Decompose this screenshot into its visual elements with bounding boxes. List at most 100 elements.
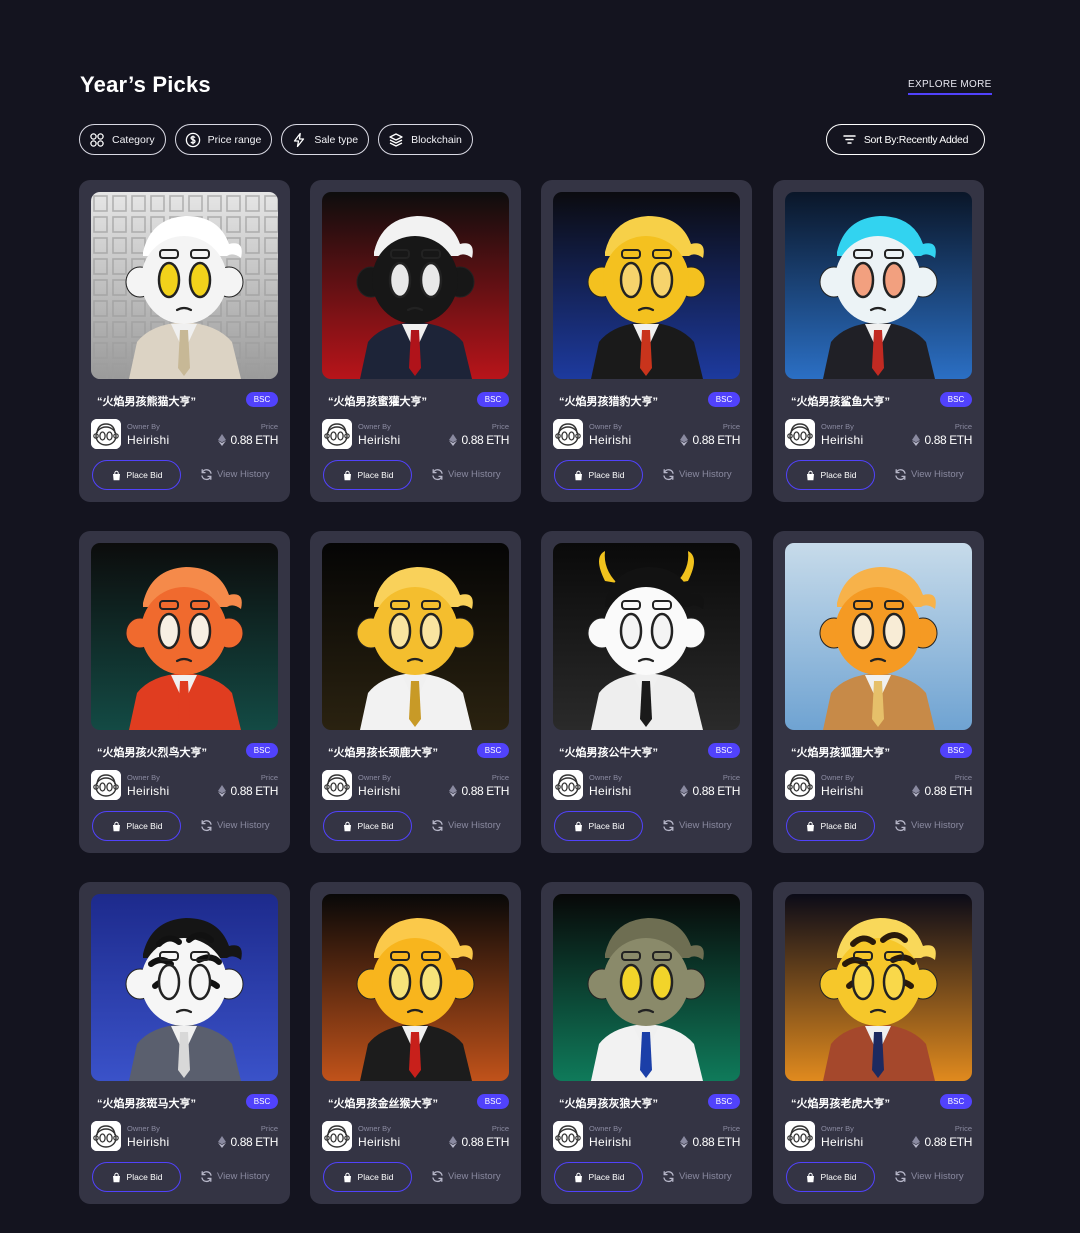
place-bid-button[interactable]: Place Bid — [323, 1162, 412, 1192]
owner-name[interactable]: Heirishi — [821, 784, 863, 798]
owner-name[interactable]: Heirishi — [821, 433, 863, 447]
view-history-label: View History — [448, 820, 501, 831]
owner-name[interactable]: Heirishi — [589, 784, 631, 798]
nft-title[interactable]: “火焰男孩灰狼大亨” — [559, 1095, 658, 1111]
place-bid-button[interactable]: Place Bid — [786, 1162, 875, 1192]
owner-avatar[interactable] — [322, 1121, 352, 1151]
place-bid-button[interactable]: Place Bid — [554, 811, 643, 841]
place-bid-button[interactable]: Place Bid — [92, 811, 181, 841]
nft-title[interactable]: “火焰男孩鲨鱼大亨” — [791, 393, 890, 409]
owner-name[interactable]: Heirishi — [589, 1135, 631, 1149]
refresh-history-icon — [895, 820, 906, 832]
explore-more-link[interactable]: EXPLORE MORE — [908, 79, 992, 95]
place-bid-label: Place Bid — [126, 821, 163, 831]
owner-avatar[interactable] — [785, 419, 815, 449]
view-history-link[interactable]: View History — [894, 468, 964, 481]
place-bid-button[interactable]: Place Bid — [554, 460, 643, 490]
view-history-link[interactable]: View History — [200, 468, 270, 481]
owner-avatar[interactable] — [553, 1121, 583, 1151]
sort-dropdown-button[interactable]: Sort By:Recently Added — [826, 124, 985, 155]
ethereum-icon — [679, 785, 688, 797]
owner-name[interactable]: Heirishi — [358, 1135, 400, 1149]
chain-badge: BSC — [246, 392, 278, 407]
filter-price-range-button[interactable]: Price range — [174, 124, 273, 155]
owner-avatar[interactable] — [91, 419, 121, 449]
nft-title[interactable]: “火焰男孩猎豹大亨” — [559, 393, 658, 409]
view-history-link[interactable]: View History — [431, 819, 501, 832]
nft-title[interactable]: “火焰男孩金丝猴大亨” — [328, 1095, 438, 1111]
nft-card[interactable]: “火焰男孩火烈鸟大亨” BSC Owner By Heirishi Price … — [79, 531, 290, 853]
place-bid-button[interactable]: Place Bid — [786, 811, 875, 841]
owner-name[interactable]: Heirishi — [358, 433, 400, 447]
lightning-icon — [294, 132, 305, 147]
nft-title[interactable]: “火焰男孩斑马大亨” — [97, 1095, 196, 1111]
place-bid-button[interactable]: Place Bid — [92, 1162, 181, 1192]
nft-title[interactable]: “火焰男孩火烈鸟大亨” — [97, 744, 207, 760]
nft-title[interactable]: “火焰男孩公牛大亨” — [559, 744, 658, 760]
nft-artwork-image[interactable] — [785, 192, 972, 379]
place-bid-button[interactable]: Place Bid — [323, 460, 412, 490]
view-history-link[interactable]: View History — [200, 1170, 270, 1183]
owner-name[interactable]: Heirishi — [127, 784, 169, 798]
nft-artwork-image[interactable] — [91, 894, 278, 1081]
nft-artwork-image[interactable] — [322, 192, 509, 379]
owner-avatar[interactable] — [91, 770, 121, 800]
nft-card[interactable]: “火焰男孩金丝猴大亨” BSC Owner By Heirishi Price … — [310, 882, 521, 1204]
place-bid-button[interactable]: Place Bid — [323, 811, 412, 841]
nft-card[interactable]: “火焰男孩猎豹大亨” BSC Owner By Heirishi Price 0… — [541, 180, 752, 502]
owner-avatar[interactable] — [785, 770, 815, 800]
owner-name[interactable]: Heirishi — [127, 1135, 169, 1149]
nft-artwork-image[interactable] — [785, 543, 972, 730]
filter-category-button[interactable]: Category — [79, 124, 166, 155]
nft-card[interactable]: “火焰男孩老虎大亨” BSC Owner By Heirishi Price 0… — [773, 882, 984, 1204]
refresh-history-icon — [201, 820, 212, 832]
owner-avatar[interactable] — [553, 419, 583, 449]
owner-avatar[interactable] — [322, 770, 352, 800]
nft-title[interactable]: “火焰男孩蜜獾大亨” — [328, 393, 427, 409]
filter-blockchain-button[interactable]: Blockchain — [378, 124, 473, 155]
nft-artwork-image[interactable] — [322, 894, 509, 1081]
view-history-link[interactable]: View History — [431, 468, 501, 481]
nft-title[interactable]: “火焰男孩熊猫大亨” — [97, 393, 196, 409]
place-bid-button[interactable]: Place Bid — [786, 460, 875, 490]
view-history-link[interactable]: View History — [200, 819, 270, 832]
price-label: Price — [260, 1124, 278, 1133]
nft-artwork-image[interactable] — [553, 192, 740, 379]
nft-artwork-image[interactable] — [322, 543, 509, 730]
place-bid-button[interactable]: Place Bid — [554, 1162, 643, 1192]
nft-card[interactable]: “火焰男孩蜜獾大亨” BSC Owner By Heirishi Price 0… — [310, 180, 521, 502]
nft-card[interactable]: “火焰男孩公牛大亨” BSC Owner By Heirishi Price 0… — [541, 531, 752, 853]
owner-avatar[interactable] — [553, 770, 583, 800]
place-bid-label: Place Bid — [588, 1172, 625, 1182]
view-history-link[interactable]: View History — [894, 819, 964, 832]
owner-name[interactable]: Heirishi — [821, 1135, 863, 1149]
nft-card[interactable]: “火焰男孩狐狸大亨” BSC Owner By Heirishi Price 0… — [773, 531, 984, 853]
nft-card[interactable]: “火焰男孩斑马大亨” BSC Owner By Heirishi Price 0… — [79, 882, 290, 1204]
price-label: Price — [491, 773, 509, 782]
nft-card[interactable]: “火焰男孩鲨鱼大亨” BSC Owner By Heirishi Price 0… — [773, 180, 984, 502]
nft-artwork-image[interactable] — [91, 543, 278, 730]
owner-name[interactable]: Heirishi — [127, 433, 169, 447]
nft-card[interactable]: “火焰男孩灰狼大亨” BSC Owner By Heirishi Price 0… — [541, 882, 752, 1204]
nft-card[interactable]: “火焰男孩熊猫大亨” BSC Owner By Heirishi Price 0… — [79, 180, 290, 502]
nft-artwork-image[interactable] — [553, 894, 740, 1081]
owner-avatar[interactable] — [322, 419, 352, 449]
nft-title[interactable]: “火焰男孩狐狸大亨” — [791, 744, 890, 760]
view-history-link[interactable]: View History — [431, 1170, 501, 1183]
view-history-link[interactable]: View History — [662, 819, 732, 832]
nft-title[interactable]: “火焰男孩长颈鹿大亨” — [328, 744, 438, 760]
nft-artwork-image[interactable] — [785, 894, 972, 1081]
nft-card[interactable]: “火焰男孩长颈鹿大亨” BSC Owner By Heirishi Price … — [310, 531, 521, 853]
place-bid-button[interactable]: Place Bid — [92, 460, 181, 490]
view-history-link[interactable]: View History — [662, 468, 732, 481]
owner-name[interactable]: Heirishi — [589, 433, 631, 447]
nft-artwork-image[interactable] — [91, 192, 278, 379]
nft-artwork-image[interactable] — [553, 543, 740, 730]
filter-sale-type-button[interactable]: Sale type — [281, 124, 370, 155]
view-history-link[interactable]: View History — [662, 1170, 732, 1183]
owner-avatar[interactable] — [91, 1121, 121, 1151]
owner-avatar[interactable] — [785, 1121, 815, 1151]
view-history-link[interactable]: View History — [894, 1170, 964, 1183]
nft-title[interactable]: “火焰男孩老虎大亨” — [791, 1095, 890, 1111]
owner-name[interactable]: Heirishi — [358, 784, 400, 798]
